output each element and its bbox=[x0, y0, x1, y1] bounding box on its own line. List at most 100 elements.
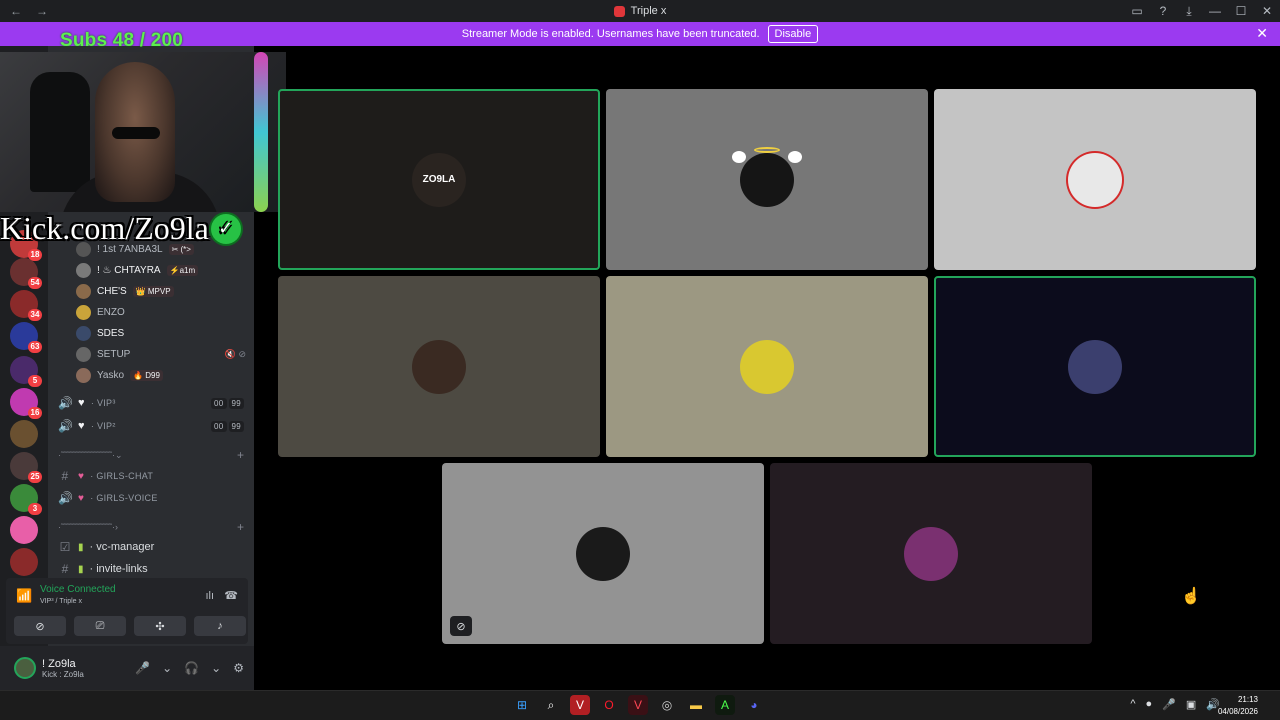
server-icon[interactable]: 3 bbox=[10, 484, 42, 515]
search-icon[interactable]: ⌕ bbox=[541, 695, 561, 715]
soundboard-icon[interactable]: ♪ bbox=[194, 616, 246, 636]
server-icon[interactable] bbox=[10, 420, 38, 448]
category-divider[interactable]: ·˜˜˜˜˜˜˜˜˜˜˜˜˜˜˜˜˜·⌄ + bbox=[58, 448, 244, 462]
speaker-icon: 🔊 bbox=[58, 396, 74, 410]
activities-icon[interactable]: ✣ bbox=[134, 616, 186, 636]
server-icon[interactable] bbox=[10, 548, 38, 576]
avatar-wrapper bbox=[732, 146, 802, 207]
participant-tile[interactable] bbox=[278, 276, 600, 457]
discord-icon[interactable]: ◕ bbox=[744, 695, 764, 715]
avatar bbox=[740, 152, 794, 207]
show-hidden-icons[interactable]: ^ bbox=[1130, 698, 1135, 711]
microphone-icon[interactable]: 🎤 bbox=[1162, 698, 1176, 711]
nav-buttons: ← → bbox=[0, 4, 48, 18]
server-icon[interactable]: 63 bbox=[10, 322, 42, 353]
add-channel-icon[interactable]: + bbox=[237, 520, 244, 534]
mic-options-icon[interactable]: ⌄ bbox=[162, 661, 172, 675]
text-channel[interactable]: # ▮ · invite-links bbox=[58, 559, 244, 579]
settings-icon[interactable]: ⚙ bbox=[233, 661, 244, 675]
user-status: Kick : Zo9la bbox=[42, 669, 84, 679]
avatar bbox=[76, 304, 91, 320]
voice-channel[interactable]: 🔊 ♥ · VIP³ 00 99 bbox=[58, 393, 244, 413]
participant-tile[interactable] bbox=[770, 463, 1092, 644]
subs-counter: Subs 48 / 200 bbox=[60, 30, 184, 51]
noise-suppression-icon[interactable]: ılı bbox=[205, 590, 214, 602]
windows-start-icon[interactable]: ⊞ bbox=[512, 695, 532, 715]
network-icon[interactable]: ▣ bbox=[1186, 698, 1196, 711]
voice-user[interactable]: SDES bbox=[76, 324, 246, 342]
close-banner-icon[interactable]: ✕ bbox=[1256, 25, 1268, 42]
minimize-icon[interactable]: — bbox=[1208, 4, 1222, 18]
window-title-text: Triple x bbox=[630, 5, 667, 17]
mention-badge: 34 bbox=[28, 309, 42, 321]
voicemeeter-icon[interactable]: V bbox=[570, 695, 590, 715]
user-tag: 🔥 D99 bbox=[130, 369, 163, 381]
help-icon[interactable]: ? bbox=[1156, 4, 1170, 18]
avatar-wrapper bbox=[576, 526, 630, 581]
aim-trainer-icon[interactable]: A bbox=[715, 695, 735, 715]
download-icon[interactable]: ⤓ bbox=[1182, 4, 1196, 19]
forward-icon[interactable]: → bbox=[36, 4, 48, 18]
signal-icon[interactable]: 📶 bbox=[16, 588, 32, 604]
channel-name: · vc-manager bbox=[89, 541, 155, 553]
sunglasses bbox=[112, 127, 160, 139]
user-name: CHE'S bbox=[97, 285, 127, 297]
server-icon[interactable]: 34 bbox=[10, 290, 42, 321]
text-channel[interactable]: # ♥ · GIRLS-CHAT bbox=[58, 466, 244, 486]
category-divider[interactable]: ·˜˜˜˜˜˜˜˜˜˜˜˜˜˜˜˜˜·› + bbox=[58, 520, 244, 534]
leaf-icon: ▮ bbox=[78, 541, 84, 553]
kick-url-text: Kick.com/Zo9la bbox=[0, 210, 209, 246]
voice-channel-info[interactable]: VIP³ / Triple x bbox=[40, 598, 82, 605]
opera-icon[interactable]: O bbox=[599, 695, 619, 715]
camera-off-icon[interactable]: ⊘ bbox=[450, 616, 472, 636]
clock[interactable]: 21:13 04/08/2026 bbox=[1218, 694, 1258, 718]
microphone-icon[interactable]: 🎤 bbox=[135, 661, 150, 675]
maximize-icon[interactable]: ☐ bbox=[1234, 4, 1248, 18]
disable-streamer-mode-button[interactable]: Disable bbox=[767, 25, 819, 43]
limit-count: 00 bbox=[211, 397, 227, 409]
channel-name: · invite-links bbox=[89, 563, 148, 575]
user-limit: 00 99 bbox=[211, 420, 244, 432]
chrome-icon[interactable]: ◎ bbox=[657, 695, 677, 715]
text-channel[interactable]: ☑ ▮ · vc-manager bbox=[58, 537, 244, 557]
status-dot-icon[interactable]: ● bbox=[1146, 698, 1153, 711]
audio-options-icon[interactable]: ⌄ bbox=[211, 661, 221, 675]
inbox-icon[interactable]: ▭ bbox=[1130, 4, 1144, 18]
screen-share-icon[interactable]: ⎚ bbox=[74, 616, 126, 636]
voice-channel[interactable]: 🔊 ♥ · VIP² 00 99 bbox=[58, 416, 244, 436]
camera-off-icon[interactable]: ⊘ bbox=[14, 616, 66, 636]
voice-user[interactable]: ! ♨ CHTAYRA ⚡a1m bbox=[76, 261, 246, 279]
disconnect-icon[interactable]: ☎ bbox=[224, 589, 238, 602]
voice-user[interactable]: SETUP 🔇 ⊘ bbox=[76, 345, 246, 363]
valorant-icon[interactable]: V bbox=[628, 695, 648, 715]
server-icon[interactable]: 5 bbox=[10, 356, 42, 387]
file-explorer-icon[interactable]: ▬ bbox=[686, 695, 706, 715]
participant-tile[interactable] bbox=[934, 89, 1256, 270]
voice-status[interactable]: Voice Connected bbox=[40, 584, 116, 595]
close-icon[interactable]: ✕ bbox=[1260, 4, 1274, 18]
taskbar-apps: ⊞ ⌕ V O V ◎ ▬ A ◕ bbox=[512, 695, 764, 715]
back-icon[interactable]: ← bbox=[10, 4, 22, 18]
avatar-wrapper bbox=[1068, 152, 1122, 207]
server-icon[interactable]: 25 bbox=[10, 452, 42, 483]
participant-tile[interactable] bbox=[606, 89, 928, 270]
headphones-icon[interactable]: 🎧 bbox=[184, 661, 199, 675]
participant-tile[interactable]: ⊘ bbox=[442, 463, 764, 644]
participant-tile[interactable] bbox=[934, 276, 1256, 457]
add-channel-icon[interactable]: + bbox=[237, 448, 244, 462]
server-icon[interactable] bbox=[10, 516, 38, 544]
windows-taskbar: ⊞ ⌕ V O V ◎ ▬ A ◕ ^ ● 🎤 ▣ 🔊 21:13 04/08/2026 bbox=[0, 690, 1280, 720]
avatar[interactable] bbox=[14, 657, 36, 679]
participant-tile[interactable] bbox=[606, 276, 928, 457]
voice-user[interactable]: ENZO bbox=[76, 303, 246, 321]
avatar bbox=[76, 367, 91, 383]
mouse-cursor-icon: ☝ bbox=[1181, 588, 1201, 605]
server-icon[interactable]: 16 bbox=[10, 388, 42, 419]
voice-user[interactable]: Yasko 🔥 D99 bbox=[76, 366, 246, 384]
server-icon[interactable]: 54 bbox=[10, 258, 42, 289]
participant-tile[interactable]: ZO9LA bbox=[278, 89, 600, 270]
avatar-wrapper bbox=[740, 339, 794, 394]
user-info[interactable]: ! Zo9la Kick : Zo9la bbox=[42, 658, 84, 679]
text-channel[interactable]: 🔊 ♥ · GIRLS-VOICE bbox=[58, 488, 244, 508]
voice-user[interactable]: CHE'S 👑 MPVP bbox=[76, 282, 246, 300]
